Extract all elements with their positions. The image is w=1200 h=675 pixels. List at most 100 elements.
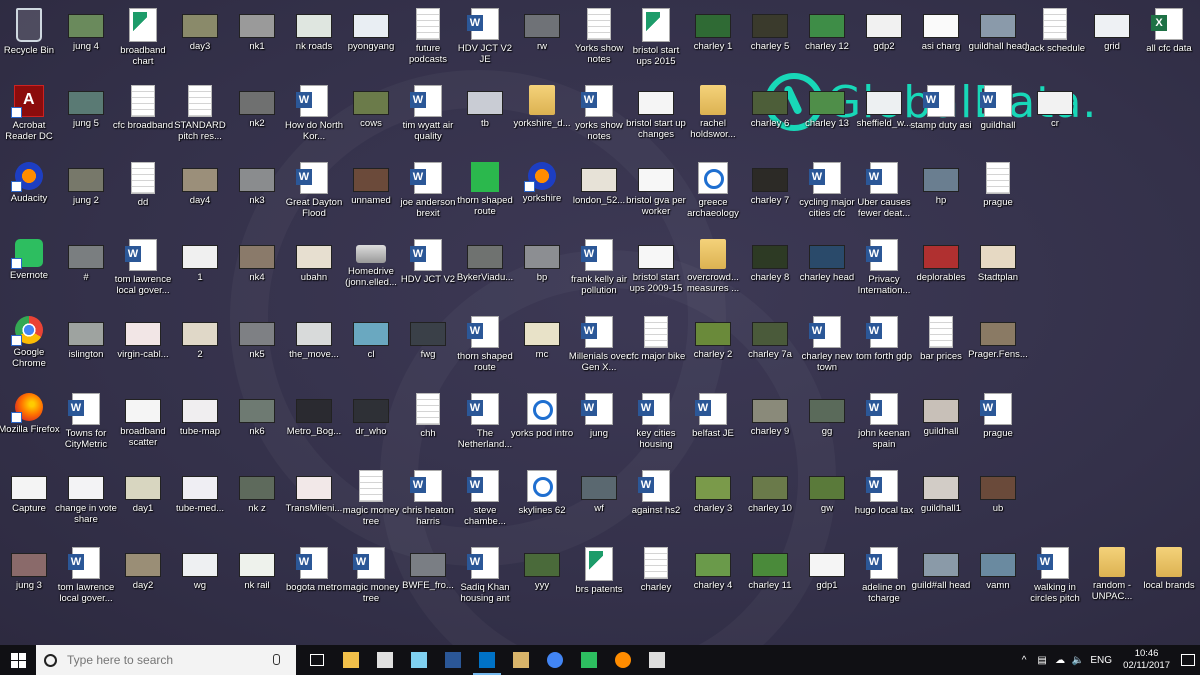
desktop-icon[interactable]: BykerViadu... (456, 235, 514, 309)
desktop-icon[interactable]: charley 13 (798, 81, 856, 155)
desktop-icon[interactable]: tube-med... (171, 466, 229, 540)
desktop-icon[interactable]: belfast JE (684, 389, 742, 463)
desktop-icon[interactable]: nk3 (228, 158, 286, 232)
desktop-icon[interactable]: frank kelly air pollution (570, 235, 628, 309)
desktop-icon[interactable]: nk4 (228, 235, 286, 309)
desktop-icon[interactable]: Yorks show notes (570, 4, 628, 78)
desktop-icon[interactable]: against hs2 (627, 466, 685, 540)
taskbar-task-view-button[interactable] (300, 645, 334, 675)
desktop-icon[interactable]: charley 8 (741, 235, 799, 309)
desktop-icon[interactable]: yorks pod intro (511, 389, 573, 463)
network-icon[interactable]: ▤ (1033, 645, 1051, 675)
desktop-icon[interactable]: the_move... (285, 312, 343, 386)
desktop-icon[interactable]: wg (171, 543, 229, 617)
desktop-icon[interactable]: day2 (114, 543, 172, 617)
desktop-icon[interactable]: Google Chrome (0, 312, 58, 386)
desktop-icon[interactable]: # (57, 235, 115, 309)
desktop-icon[interactable]: jung 2 (57, 158, 115, 232)
desktop-icon[interactable]: Mozilla Firefox (0, 389, 60, 463)
desktop-icon[interactable]: virgin-cabl... (114, 312, 172, 386)
start-button[interactable] (0, 645, 36, 675)
desktop-icon[interactable]: nk5 (228, 312, 286, 386)
desktop-icon[interactable]: yyy (513, 543, 571, 617)
taskbar-notepad-button[interactable] (402, 645, 436, 675)
onedrive-icon[interactable]: ☁ (1051, 645, 1069, 675)
desktop-icon[interactable]: gdp2 (855, 4, 913, 78)
desktop-icon[interactable]: Great Dayton Flood (285, 158, 343, 232)
desktop-icon[interactable]: bristol start ups 2015 (627, 4, 685, 78)
desktop-icon[interactable]: chh (399, 389, 457, 463)
desktop-icon[interactable]: charley 9 (741, 389, 799, 463)
desktop-icon[interactable]: gg (798, 389, 856, 463)
desktop-icon[interactable]: day3 (171, 4, 229, 78)
desktop-icon[interactable]: jung (570, 389, 628, 463)
desktop-icon[interactable]: charley 7a (741, 312, 799, 386)
taskbar-outlook-button[interactable] (470, 645, 504, 675)
desktop-icon[interactable]: prague (969, 389, 1027, 463)
desktop-icon[interactable]: brs patents (570, 543, 628, 617)
desktop-icon[interactable]: dd (114, 158, 172, 232)
clock[interactable]: 10:46 02/11/2017 (1123, 648, 1170, 672)
desktop-icon[interactable]: jung 3 (0, 543, 58, 617)
desktop-icon[interactable]: pyongyang (342, 4, 400, 78)
desktop-icon[interactable]: How do North Kor... (285, 81, 343, 155)
desktop-icon[interactable]: nk z (228, 466, 286, 540)
desktop-icon[interactable]: gw (798, 466, 856, 540)
desktop-icon[interactable]: vamn (969, 543, 1027, 617)
desktop-icon[interactable]: charley (627, 543, 685, 617)
desktop-icon[interactable]: fwg (399, 312, 457, 386)
desktop-icon[interactable]: hp (912, 158, 970, 232)
taskbar-file-explorer-button[interactable] (334, 645, 368, 675)
desktop-icon[interactable]: skylines 62 (513, 466, 571, 540)
desktop-icon[interactable]: charley 6 (741, 81, 799, 155)
desktop-icon[interactable]: charley 7 (741, 158, 799, 232)
desktop-icon[interactable]: tube-map (171, 389, 229, 463)
search-box[interactable] (36, 645, 296, 675)
taskbar-paint-palette-button[interactable] (504, 645, 538, 675)
desktop-icon[interactable]: thorn shaped route (456, 158, 514, 232)
desktop-icon[interactable]: Sadiq Khan housing ant (456, 543, 514, 617)
desktop-icon[interactable]: broadband scatter (114, 389, 172, 463)
desktop-icon[interactable]: Towns for CityMetric (57, 389, 115, 463)
desktop-icon[interactable]: john keenan spain (855, 389, 913, 463)
desktop-icon[interactable]: bogota metro (285, 543, 343, 617)
desktop-icon[interactable]: rachel holdswor... (684, 81, 742, 155)
desktop-icon[interactable]: prague (969, 158, 1027, 232)
desktop-icon[interactable]: yorkshire_d... (513, 81, 571, 155)
desktop-icon[interactable]: hugo local tax (855, 466, 913, 540)
desktop-icon[interactable]: future podcasts (399, 4, 457, 78)
desktop-icon[interactable]: Acrobat Reader DC (0, 81, 58, 155)
desktop-icon[interactable]: asi charg (912, 4, 970, 78)
desktop-icon[interactable]: charley 3 (684, 466, 742, 540)
desktop-icon[interactable]: Millenials over Gen X... (569, 312, 629, 386)
desktop-icon[interactable]: greece archaeology (684, 158, 742, 232)
desktop-icon[interactable]: Capture (0, 466, 58, 540)
desktop-icon[interactable]: charley 12 (798, 4, 856, 78)
desktop-icon[interactable]: wf (570, 466, 628, 540)
desktop-icon[interactable]: TransMileni... (285, 466, 343, 540)
search-input[interactable] (65, 652, 269, 668)
volume-icon[interactable]: 🔈 (1069, 645, 1087, 675)
desktop-icon[interactable]: Homedrive (jonn.elled... (342, 235, 400, 309)
desktop-icon[interactable]: nk6 (228, 389, 286, 463)
desktop-icon[interactable]: unnamed (342, 158, 400, 232)
desktop-icon[interactable]: key cities housing (627, 389, 685, 463)
desktop-icon[interactable]: bristol gva per worker (626, 158, 686, 232)
desktop-icon[interactable]: bp (513, 235, 571, 309)
desktop-icon[interactable]: nk1 (228, 4, 286, 78)
desktop-icon[interactable]: guildhall (969, 81, 1027, 155)
taskbar-evernote-button[interactable] (572, 645, 606, 675)
desktop-icon[interactable]: charley 5 (741, 4, 799, 78)
desktop-icon[interactable]: thorn shaped route (456, 312, 514, 386)
desktop-icon[interactable]: steve chambe... (456, 466, 514, 540)
taskbar-word-button[interactable] (436, 645, 470, 675)
desktop-icon[interactable]: day1 (114, 466, 172, 540)
language-indicator[interactable]: ENG (1087, 645, 1115, 675)
desktop-icon[interactable]: Evernote (0, 235, 58, 309)
desktop-icon[interactable]: The Netherland... (456, 389, 514, 463)
desktop-icon[interactable]: yorkshire (513, 158, 571, 232)
desktop-icon[interactable]: tom lawrence local gover... (114, 235, 172, 309)
desktop-icon[interactable]: london_52... (570, 158, 628, 232)
desktop-icon[interactable]: deplorables (912, 235, 970, 309)
desktop-icon[interactable]: rw (513, 4, 571, 78)
